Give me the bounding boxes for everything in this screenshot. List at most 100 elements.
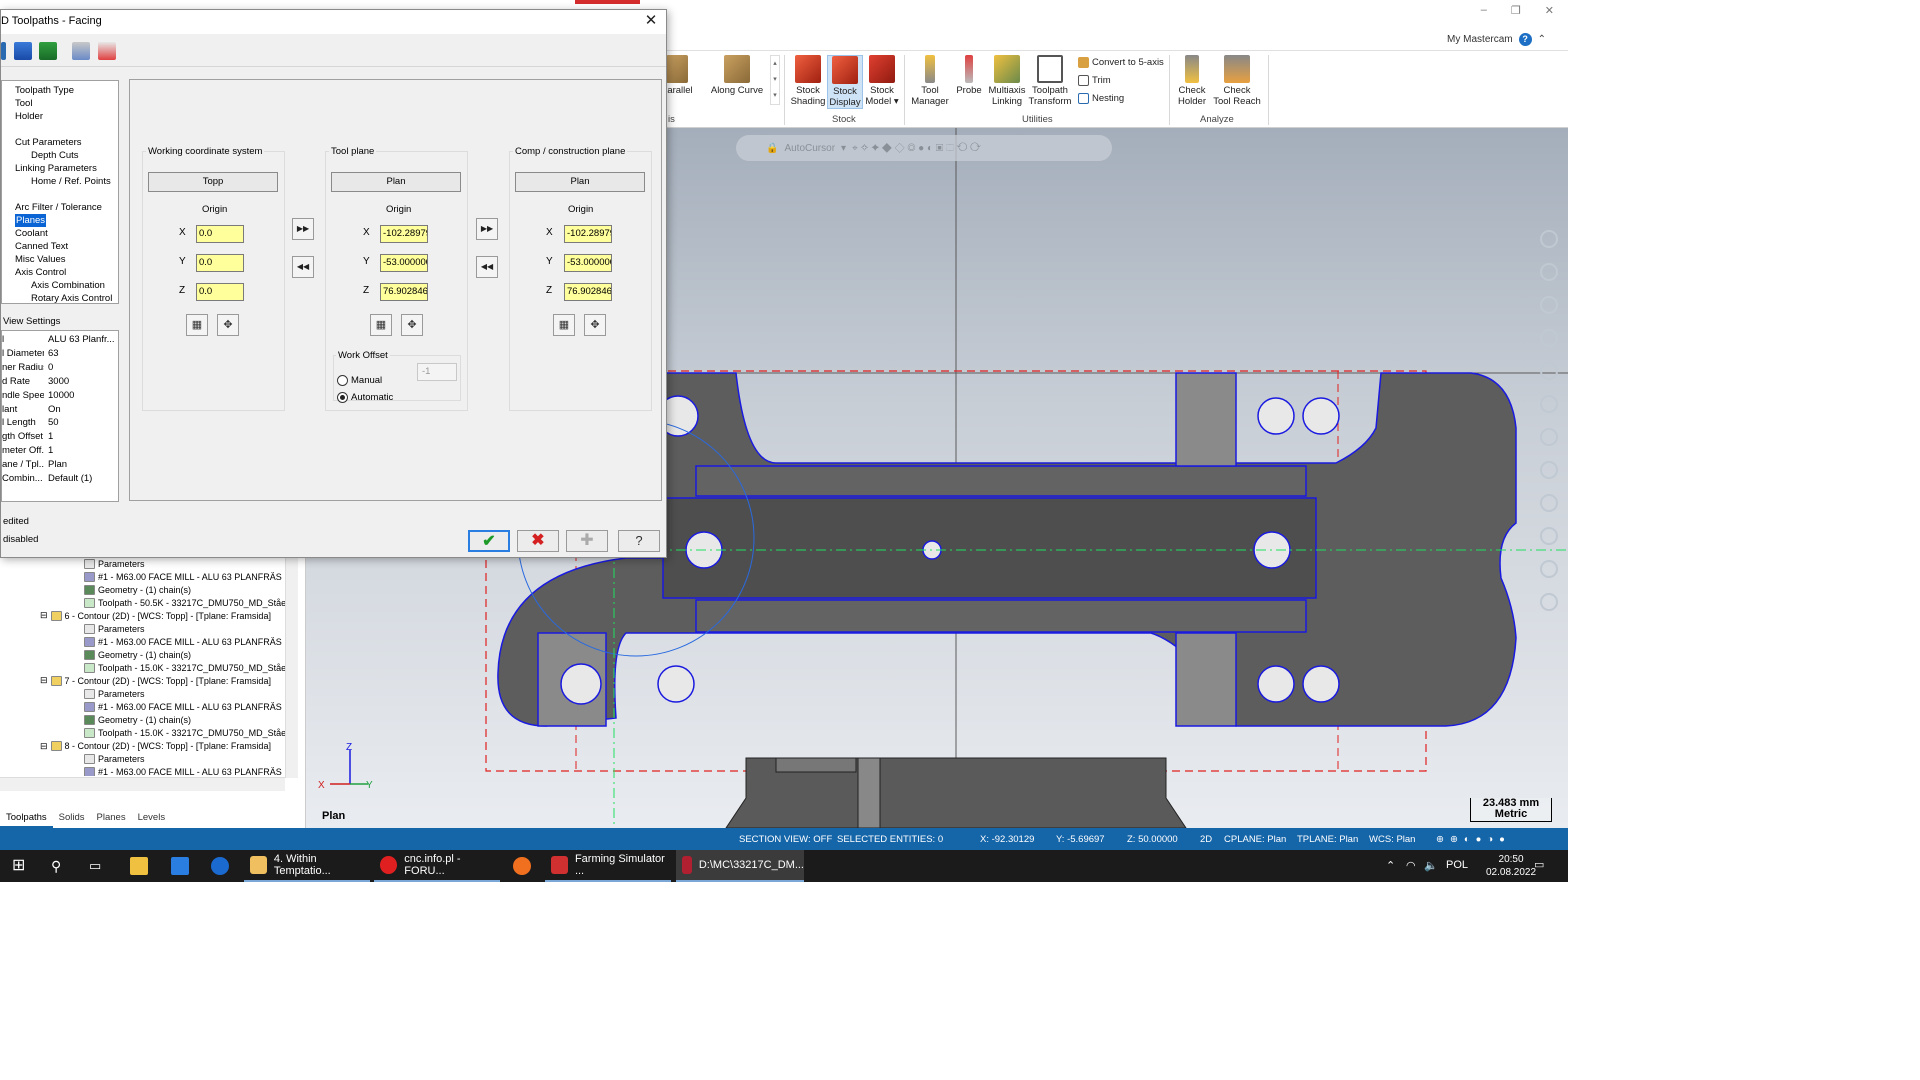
autocursor-dropdown-icon[interactable]: ▾ — [841, 143, 846, 154]
my-mastercam-label[interactable]: My Mastercam — [1447, 34, 1513, 45]
operation-item[interactable]: ⊟ 6 - Contour (2D) - [WCS: Topp] - [Tplan… — [40, 609, 271, 622]
collapse-ribbon-icon[interactable]: ⌃ — [1538, 34, 1546, 45]
circle-icon[interactable] — [1540, 296, 1558, 314]
notifications-icon[interactable]: ▭ — [1534, 858, 1544, 871]
copy-wcs-to-tool-plane-icon[interactable]: ▶▶ — [292, 218, 314, 240]
toolpath-transform-button[interactable]: Toolpath Transform — [1028, 55, 1072, 107]
work-offset-automatic-radio[interactable] — [337, 392, 348, 403]
stock-shading-button[interactable]: Stock Shading — [790, 55, 826, 107]
tool-plane-button[interactable]: Plan — [331, 172, 461, 192]
autocursor-toolbar[interactable]: 🔒 AutoCursor ▾ ⌖ ✧ ✦ ◆ ◇ ◎ ● ◐ ▣ ⬚ ⟲ ⟳ — [736, 135, 1112, 161]
comp-plane-z-field[interactable]: 76.902846 — [564, 283, 612, 301]
copy-tool-plane-to-wcs-icon[interactable]: ◀◀ — [292, 256, 314, 278]
firefox-icon[interactable] — [513, 857, 531, 875]
page-tree-item[interactable]: Cut Parameters — [15, 136, 82, 149]
probe-button[interactable]: Probe — [954, 55, 984, 96]
operation-subitem[interactable]: Parameters — [84, 622, 145, 635]
copy-comp-to-tool-plane-icon[interactable]: ◀◀ — [476, 256, 498, 278]
collapse-icon[interactable]: ⊟ — [40, 610, 48, 621]
comp-plane-select-origin-icon[interactable]: ✥ — [584, 314, 606, 336]
text-icon[interactable] — [1540, 494, 1558, 512]
view-icon[interactable] — [72, 42, 90, 60]
operation-subitem[interactable]: #1 - M63.00 FACE MILL - ALU 63 PLANFRÄS — [84, 570, 282, 583]
page-tree-item[interactable]: Axis Combination — [31, 279, 105, 292]
tab-planes[interactable]: Planes — [91, 808, 132, 828]
my-mastercam[interactable]: My Mastercam ? ⌃ — [1447, 33, 1546, 46]
operation-subitem[interactable]: #1 - M63.00 FACE MILL - ALU 63 PLANFRÄS — [84, 766, 282, 776]
page-tree-item[interactable]: Coolant — [15, 227, 48, 240]
add-button[interactable]: ✚ — [566, 530, 608, 552]
page-tree-item[interactable]: Linking Parameters — [15, 162, 97, 175]
network-icon[interactable]: ◠ — [1406, 859, 1416, 872]
tool-plane-x-field[interactable]: -102.28979 — [380, 225, 428, 243]
cplane-status[interactable]: CPLANE: Plan — [1224, 834, 1286, 845]
tool-plane-z-field[interactable]: 76.902846 — [380, 283, 428, 301]
close-window-icon[interactable]: ✕ — [1545, 4, 1554, 17]
comp-plane-y-field[interactable]: -53.000000 — [564, 254, 612, 272]
wcs-table-icon[interactable]: ▦ — [186, 314, 208, 336]
page-tree-item[interactable]: Arc Filter / Tolerance — [15, 201, 102, 214]
operation-subitem[interactable]: Toolpath - 50.5K - 33217C_DMU750_MD_Ståe… — [84, 596, 298, 609]
page-tree-item[interactable]: Rotary Axis Control — [31, 292, 112, 305]
restore-icon[interactable]: ❐ — [1511, 4, 1521, 17]
app-icon[interactable] — [211, 857, 229, 875]
help-icon[interactable]: ? — [1518, 33, 1532, 46]
tool-plane-table-icon[interactable]: ▦ — [370, 314, 392, 336]
lock-icon[interactable]: 🔒 — [766, 143, 778, 154]
stock-model-button[interactable]: Stock Model ▾ — [864, 55, 900, 107]
task-view-icon[interactable]: ▭ — [89, 857, 107, 875]
work-offset-manual-label[interactable]: Manual — [351, 375, 382, 386]
operation-subitem[interactable]: Geometry - (1) chain(s) — [84, 714, 191, 727]
taskbar-app-opera[interactable]: cnc.info.pl - FORU... — [374, 850, 500, 882]
operation-item[interactable]: ⊟ 7 - Contour (2D) - [WCS: Topp] - [Tplan… — [40, 674, 271, 687]
collapse-icon[interactable]: ⊟ — [40, 741, 48, 752]
section-view-status[interactable]: SECTION VIEW: OFF — [739, 834, 832, 845]
collapse-icon[interactable]: ⊟ — [40, 675, 48, 686]
work-offset-automatic-label[interactable]: Automatic — [351, 392, 393, 403]
wcs-y-field[interactable]: 0.0 — [196, 254, 244, 272]
store-icon[interactable] — [171, 857, 189, 875]
operation-subitem[interactable]: Parameters — [84, 688, 145, 701]
multiaxis-linking-button[interactable]: Multiaxis Linking — [986, 55, 1028, 107]
wcs-z-field[interactable]: 0.0 — [196, 283, 244, 301]
curve-icon[interactable] — [1540, 329, 1558, 347]
operation-subitem[interactable]: Toolpath - 15.0K - 33217C_DMU750_MD_Ståe… — [84, 727, 298, 740]
operation-subitem[interactable]: Parameters — [84, 753, 145, 766]
taskbar-app-within-temptation[interactable]: 4. Within Temptatio... — [244, 850, 370, 882]
check-tool-reach-button[interactable]: Check Tool Reach — [1210, 55, 1264, 107]
wcs-plane-button[interactable]: Topp — [148, 172, 278, 192]
trim-button[interactable]: Trim — [1078, 75, 1111, 86]
ribbon-along-curve-button[interactable]: Along Curve — [706, 55, 768, 96]
ribbon-parallel-button[interactable]: arallel — [666, 55, 694, 96]
mode-2d[interactable]: 2D — [1200, 834, 1212, 845]
work-offset-manual-radio[interactable] — [337, 375, 348, 386]
nesting-button[interactable]: Nesting — [1078, 93, 1124, 104]
transform-icon[interactable] — [1540, 362, 1558, 380]
page-tree-item[interactable]: Axis Control — [15, 266, 66, 279]
page-tree-item[interactable]: Home / Ref. Points — [31, 175, 111, 188]
save-to-library-icon[interactable] — [39, 42, 57, 60]
tab-toolpaths[interactable]: Toolpaths — [0, 808, 53, 828]
tool-plane-y-field[interactable]: -53.000000 — [380, 254, 428, 272]
taskbar-app-farming-simulator[interactable]: Farming Simulator ... — [545, 850, 671, 882]
shape-icon[interactable] — [1540, 461, 1558, 479]
operations-tree[interactable]: Parameters #1 - M63.00 FACE MILL - ALU 63… — [0, 556, 298, 776]
layers-icon[interactable] — [1540, 527, 1558, 545]
gallery-scroll[interactable]: ▴ ▾ ▾ — [770, 55, 780, 105]
tool-manager-button[interactable]: Tool Manager — [910, 55, 950, 107]
stock-display-button[interactable]: Stock Display — [827, 55, 863, 109]
page-tree-item[interactable]: Tool — [15, 97, 32, 110]
help-button[interactable]: ? — [618, 530, 660, 552]
add-icon[interactable] — [1540, 230, 1558, 248]
copy-tool-plane-to-comp-icon[interactable]: ▶▶ — [476, 218, 498, 240]
page-tree-item[interactable]: Misc Values — [15, 253, 66, 266]
comp-plane-table-icon[interactable]: ▦ — [553, 314, 575, 336]
cancel-button[interactable]: ✖ — [517, 530, 559, 552]
delete-icon[interactable] — [98, 42, 116, 60]
operation-subitem[interactable]: Parameters — [84, 557, 145, 570]
settings-icon[interactable] — [1540, 560, 1558, 578]
tab-levels[interactable]: Levels — [132, 808, 171, 828]
comp-plane-button[interactable]: Plan — [515, 172, 645, 192]
clock[interactable]: 20:50 02.08.2022 — [1486, 853, 1536, 879]
file-explorer-icon[interactable] — [130, 857, 148, 875]
